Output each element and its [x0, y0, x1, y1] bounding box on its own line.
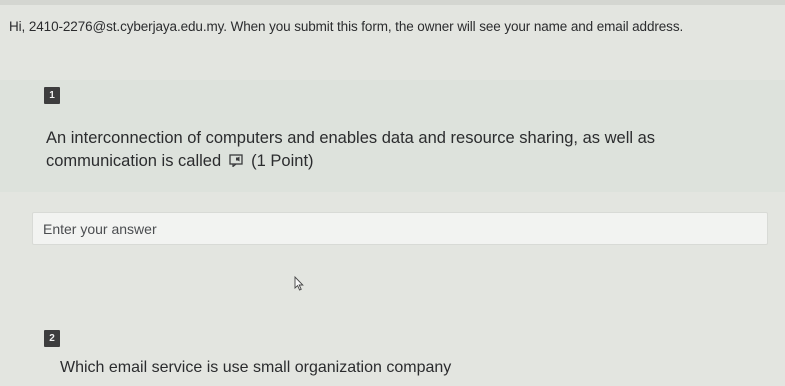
immersive-reader-icon[interactable]	[229, 151, 243, 168]
answer-input[interactable]	[33, 213, 767, 244]
question-number-badge: 2	[44, 330, 60, 347]
question-number-badge: 1	[44, 87, 60, 104]
submission-notice: Hi, 2410-2276@st.cyberjaya.edu.my. When …	[9, 19, 684, 34]
question-text: Which email service is use small organiz…	[60, 359, 452, 376]
question-points: (1 Point)	[251, 152, 314, 170]
mouse-pointer-icon	[294, 275, 304, 291]
question-1: An interconnection of computers and enab…	[46, 127, 746, 173]
top-strip	[0, 0, 785, 5]
answer-field[interactable]	[32, 212, 768, 245]
question-text: An interconnection of computers and enab…	[46, 129, 656, 170]
